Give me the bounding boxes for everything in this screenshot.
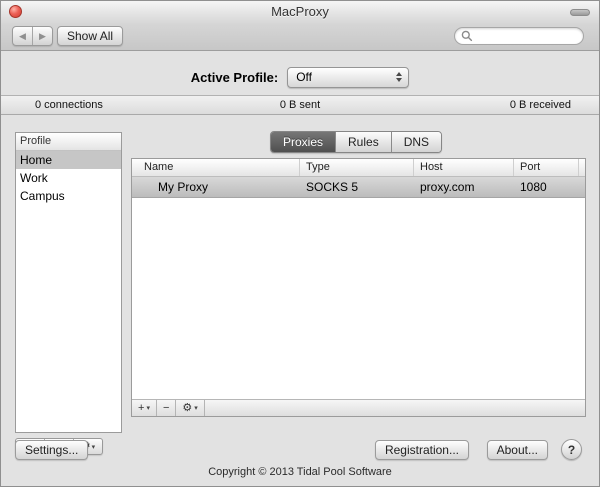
active-profile-label: Active Profile: <box>190 69 279 85</box>
help-button[interactable]: ? <box>561 439 582 460</box>
bytes-sent: 0 B sent <box>279 99 321 111</box>
chevron-down-icon: ▾ <box>91 443 96 451</box>
cell-filler <box>579 177 585 197</box>
registration-button[interactable]: Registration... <box>374 440 469 460</box>
tab-proxies[interactable]: Proxies <box>271 132 336 152</box>
column-header-filler <box>579 159 585 176</box>
proxies-table: Name Type Host Port My Proxy SOCKS 5 pro… <box>131 158 586 417</box>
connections-count: 0 connections <box>35 99 103 111</box>
sidebar-item-home[interactable]: Home <box>16 151 121 169</box>
add-proxy-button[interactable]: + ▾ <box>132 400 157 416</box>
settings-button[interactable]: Settings... <box>15 440 89 460</box>
column-header-type[interactable]: Type <box>300 159 414 176</box>
about-button[interactable]: About... <box>486 440 548 460</box>
table-row[interactable]: My Proxy SOCKS 5 proxy.com 1080 <box>132 177 585 198</box>
column-header-host[interactable]: Host <box>414 159 514 176</box>
active-profile-value: Off <box>296 70 312 84</box>
sidebar-item-campus[interactable]: Campus <box>16 187 121 205</box>
cell-name: My Proxy <box>158 180 209 194</box>
forward-icon: ▶ <box>39 30 46 41</box>
window-title: MacProxy <box>271 4 329 19</box>
bytes-received: 0 B received <box>509 99 571 111</box>
popup-arrows-icon <box>396 72 403 82</box>
popup-up-arrow-icon <box>396 72 403 76</box>
popup-down-arrow-icon <box>396 78 403 82</box>
minus-icon: − <box>162 402 170 414</box>
back-button[interactable]: ◀ <box>13 27 32 45</box>
search-input[interactable] <box>477 29 577 43</box>
cell-host: proxy.com <box>420 180 475 194</box>
search-field[interactable] <box>454 27 584 45</box>
search-icon <box>461 30 473 42</box>
tab-group: Proxies Rules DNS <box>270 131 443 153</box>
status-bar: 0 connections 0 B sent 0 B received <box>1 95 599 115</box>
nav-segmented-control: ◀ ▶ <box>12 26 53 46</box>
table-header: Name Type Host Port <box>132 159 585 177</box>
tab-rules[interactable]: Rules <box>335 132 391 152</box>
proxy-actions-bar: + ▾ − ⚙ ▾ <box>132 399 585 416</box>
active-profile-popup[interactable]: Off <box>287 66 410 88</box>
cell-port: 1080 <box>520 180 547 194</box>
macproxy-window: MacProxy ◀ ▶ Show All Active Profile: Of… <box>0 0 600 487</box>
column-header-port[interactable]: Port <box>514 159 579 176</box>
remove-proxy-button[interactable]: − <box>157 400 177 416</box>
gear-icon: ⚙ <box>182 401 193 414</box>
proxy-gear-button[interactable]: ⚙ ▾ <box>176 400 205 416</box>
back-icon: ◀ <box>19 30 26 41</box>
forward-button[interactable]: ▶ <box>32 27 52 45</box>
chevron-down-icon: ▾ <box>146 405 150 412</box>
tab-dns[interactable]: DNS <box>390 132 442 152</box>
profile-list: Profile Home Work Campus <box>15 132 122 433</box>
toolbar-toggle-button[interactable] <box>570 9 590 16</box>
active-profile-row: Active Profile: Off <box>1 65 599 89</box>
plus-icon: + <box>138 402 145 414</box>
column-header-name[interactable]: Name <box>132 159 300 176</box>
chevron-down-icon: ▾ <box>194 405 198 412</box>
copyright-text: Copyright © 2013 Tidal Pool Software <box>208 466 392 478</box>
toolbar: ◀ ▶ Show All <box>1 23 599 51</box>
sidebar-item-work[interactable]: Work <box>16 169 121 187</box>
show-all-button[interactable]: Show All <box>57 26 124 46</box>
profile-list-header[interactable]: Profile <box>16 133 121 151</box>
cell-type: SOCKS 5 <box>306 180 359 194</box>
title-bar[interactable]: MacProxy <box>1 1 599 23</box>
